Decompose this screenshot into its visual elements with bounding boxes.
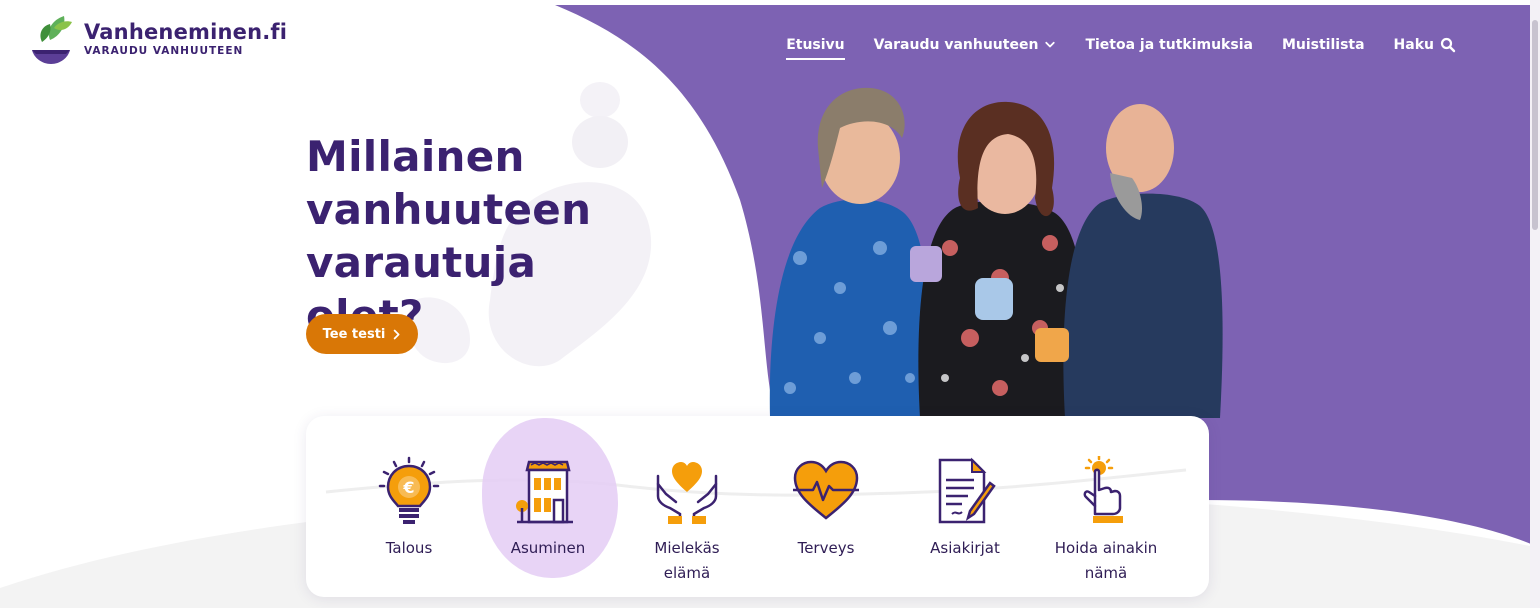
take-test-button[interactable]: Tee testi: [306, 314, 418, 354]
nav-muistilista-label: Muistilista: [1281, 37, 1365, 53]
page-scrollbar[interactable]: [1530, 0, 1540, 608]
category-mielekas-elama-label: Mielekäs elämä: [654, 539, 720, 582]
search-icon: [1440, 37, 1456, 53]
hands-heart-icon: [656, 462, 718, 524]
nav-muistilista[interactable]: Muistilista: [1282, 37, 1365, 53]
category-talous[interactable]: € Talous: [339, 456, 479, 561]
hand-pointer-icon: [1083, 456, 1123, 523]
leaf-boat-logo-icon: [32, 16, 72, 64]
brand-subtitle: VARAUDU VANHUUTEEN: [84, 45, 244, 57]
scrollbar-thumb[interactable]: [1532, 20, 1538, 230]
category-hoida-ainakin-nama[interactable]: Hoida ainakin nämä: [1036, 456, 1176, 586]
nav-etusivu[interactable]: Etusivu: [786, 37, 845, 60]
nav-haku[interactable]: Haku: [1394, 37, 1456, 53]
chevron-down-icon: [1045, 41, 1056, 48]
category-asiakirjat-label: Asiakirjat: [930, 539, 1000, 557]
category-hoida-ainakin-nama-label: Hoida ainakin nämä: [1054, 539, 1158, 582]
category-asuminen[interactable]: Asuminen: [478, 456, 618, 561]
heart-pulse-icon: [793, 460, 859, 520]
chevron-right-icon: [394, 329, 400, 339]
category-terveys[interactable]: Terveys: [756, 456, 896, 561]
category-talous-label: Talous: [385, 539, 433, 557]
site-logo[interactable]: Vanheneminen.fi VARAUDU VANHUUTEEN: [28, 12, 287, 66]
nav-etusivu-label: Etusivu: [786, 37, 845, 53]
category-card: € Talous Asuminen Mielekäs elämä Terveys…: [306, 416, 1209, 597]
hero-photo-people: [769, 87, 1223, 418]
category-terveys-label: Terveys: [797, 539, 855, 557]
category-asuminen-label: Asuminen: [510, 539, 586, 557]
hero-title: Millainen vanhuuteen varautuja olet?: [306, 132, 592, 340]
document-pen-icon: [938, 457, 996, 524]
building-icon: [516, 460, 573, 524]
svg-text:€: €: [402, 478, 414, 497]
take-test-label: Tee testi: [322, 326, 386, 342]
category-mielekas-elama[interactable]: Mielekäs elämä: [617, 456, 757, 586]
nav-haku-label: Haku: [1393, 37, 1434, 53]
nav-tietoa-ja-tutkimuksia[interactable]: Tietoa ja tutkimuksia: [1085, 37, 1253, 53]
nav-varaudu-label: Varaudu vanhuuteen: [873, 37, 1039, 53]
category-asiakirjat[interactable]: Asiakirjat: [895, 456, 1035, 561]
brand-title: Vanheneminen.fi: [84, 20, 288, 44]
main-navigation: Etusivu Varaudu vanhuuteen Tietoa ja tut…: [786, 30, 1456, 60]
nav-tietoa-label: Tietoa ja tutkimuksia: [1085, 37, 1253, 53]
lightbulb-euro-icon: €: [378, 456, 440, 524]
nav-varaudu-vanhuuteen[interactable]: Varaudu vanhuuteen: [874, 37, 1057, 53]
